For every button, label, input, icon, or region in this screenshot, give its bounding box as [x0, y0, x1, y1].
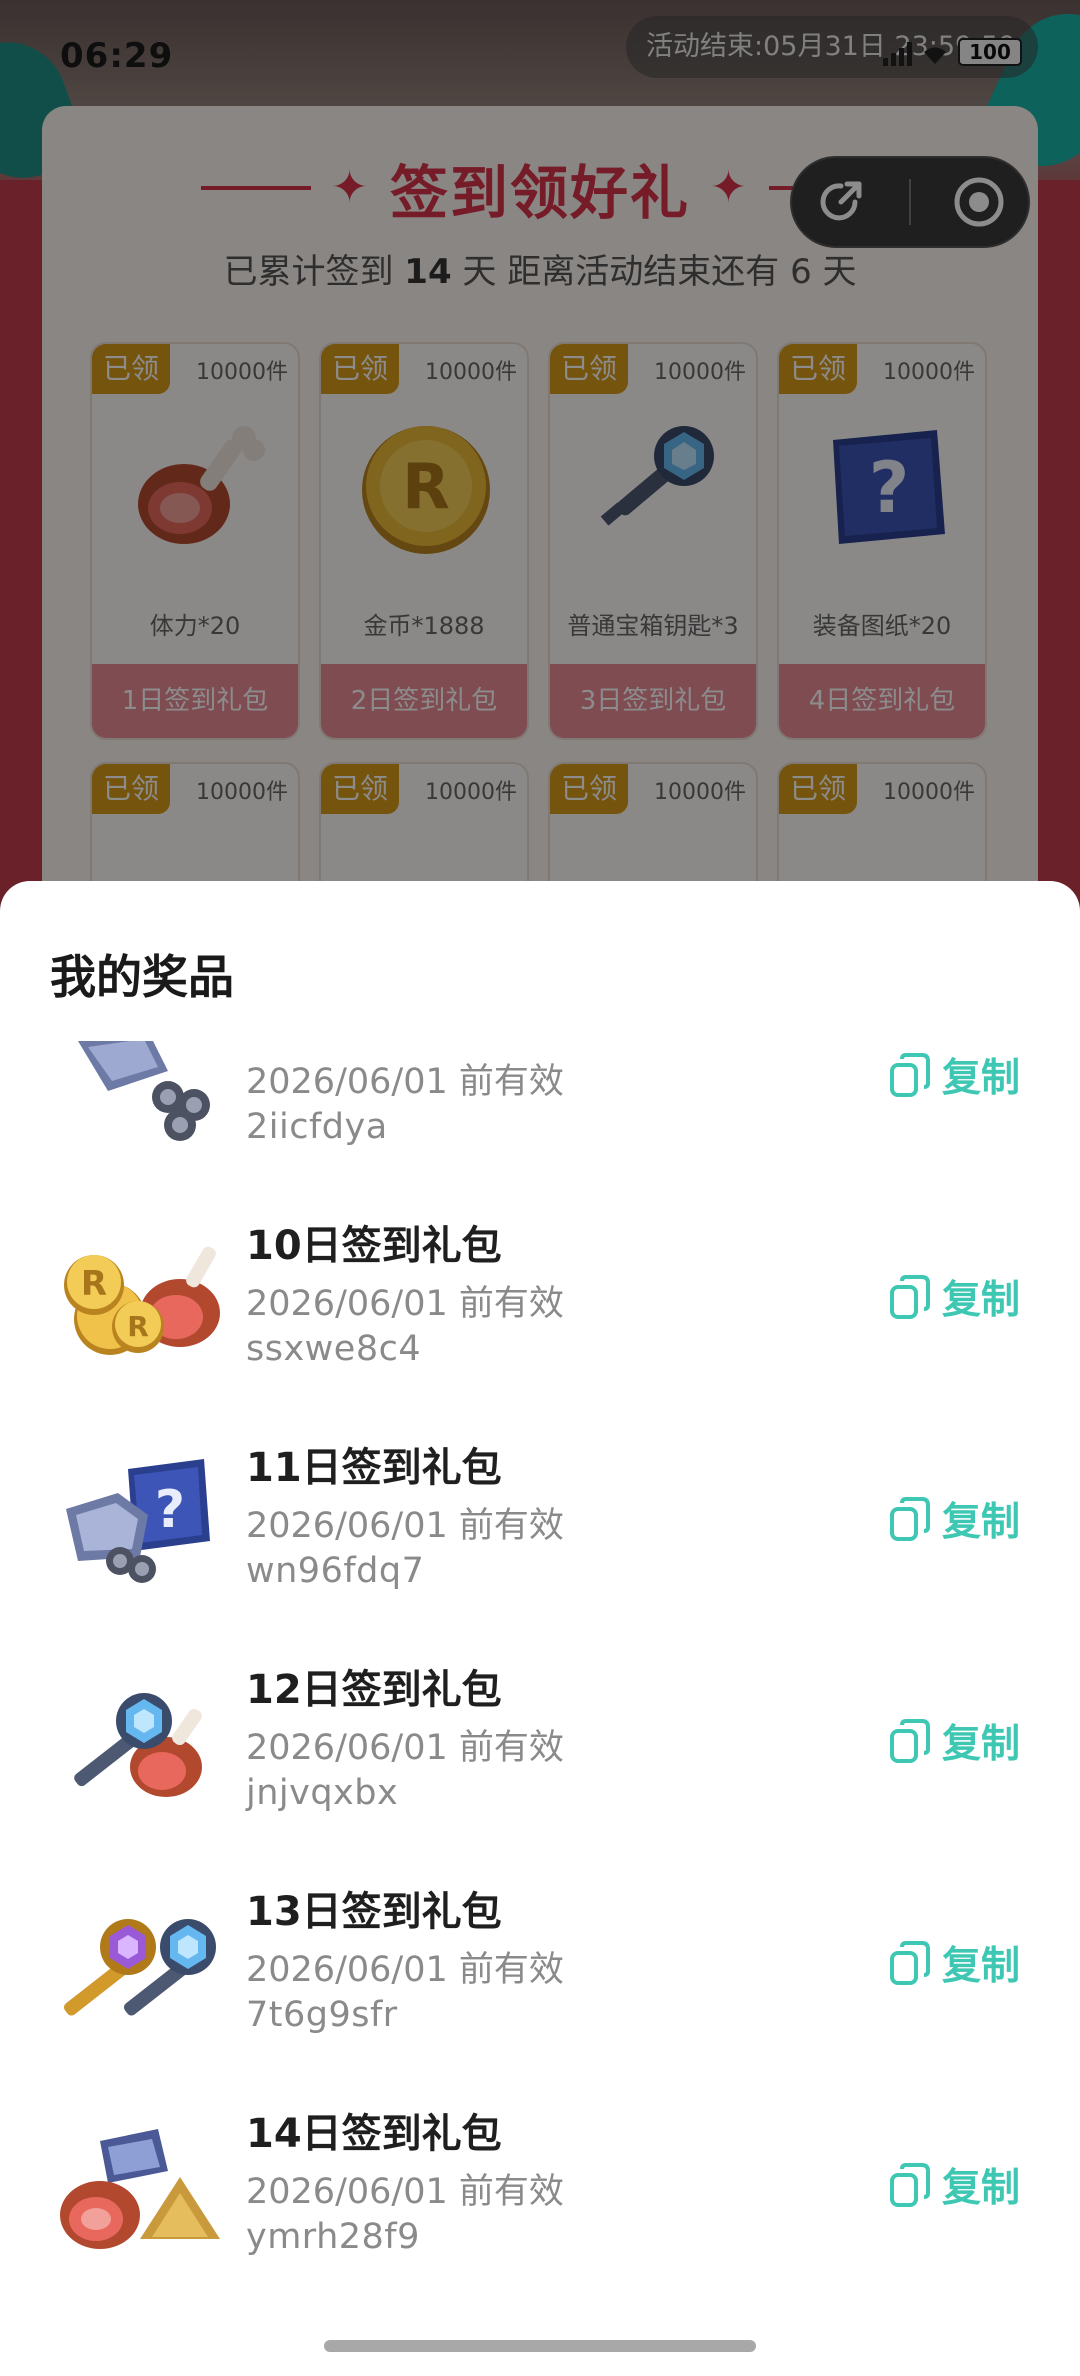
copy-label: 复制 — [942, 1056, 1021, 1101]
copy-icon — [890, 2163, 930, 2207]
copy-icon — [890, 1275, 930, 1319]
prize-code: ymrh28f9 — [246, 2217, 420, 2257]
copy-label: 复制 — [942, 1722, 1021, 1767]
sheet-title: 我的奖品 — [50, 950, 234, 1004]
my-prizes-sheet: 我的奖品 2026/06/01 前有效 2iicfdya 复制 R R 10日签… — [0, 881, 1080, 2376]
copy-button[interactable]: 复制 — [888, 1935, 1020, 1991]
prize-validity: 2026/06/01 前有效 — [246, 1506, 564, 1546]
meat-ore-sand-icon — [60, 2129, 220, 2249]
copy-button[interactable]: 复制 — [888, 1047, 1020, 1103]
prize-title: 12日签到礼包 — [246, 1667, 502, 1713]
copy-label: 复制 — [942, 1944, 1021, 1989]
copy-icon — [890, 1719, 930, 1763]
ore-blueprint-icon: ? — [66, 1459, 210, 1583]
prize-code: 2iicfdya — [246, 1107, 388, 1147]
prize-item: 12日签到礼包 2026/06/01 前有效 jnjvqxbx 复制 — [0, 1643, 1080, 1865]
svg-text:R: R — [81, 1264, 107, 1304]
prize-code: 7t6g9sfr — [246, 1995, 398, 2035]
copy-icon — [890, 1053, 930, 1097]
prize-item: R R 10日签到礼包 2026/06/01 前有效 ssxwe8c4 复制 — [0, 1199, 1080, 1421]
prize-item: 13日签到礼包 2026/06/01 前有效 7t6g9sfr 复制 — [0, 1865, 1080, 2087]
copy-button[interactable]: 复制 — [888, 1491, 1020, 1547]
prize-validity: 2026/06/01 前有效 — [246, 1728, 564, 1768]
two-keys-icon — [63, 1919, 216, 2016]
svg-text:R: R — [127, 1310, 149, 1343]
copy-button[interactable]: 复制 — [888, 2157, 1020, 2213]
prize-validity: 2026/06/01 前有效 — [246, 1950, 564, 1990]
prize-validity: 2026/06/01 前有效 — [246, 2172, 564, 2212]
copy-button[interactable]: 复制 — [888, 1269, 1020, 1325]
copy-icon — [890, 1497, 930, 1541]
copy-label: 复制 — [942, 1500, 1021, 1545]
prize-item: ? 11日签到礼包 2026/06/01 前有效 wn96fdq7 复制 — [0, 1421, 1080, 1643]
prize-list[interactable]: 2026/06/01 前有效 2iicfdya 复制 R R 10日签到礼包 2… — [0, 1041, 1080, 2281]
prize-title: 11日签到礼包 — [246, 1445, 502, 1491]
ore-bundle-icon — [78, 1041, 210, 1141]
key-meat-icon — [74, 1693, 202, 1797]
prize-validity: 2026/06/01 前有效 — [246, 1284, 564, 1324]
prize-title: 14日签到礼包 — [246, 2111, 502, 2157]
prize-title: 13日签到礼包 — [246, 1889, 502, 1935]
home-indicator[interactable] — [324, 2340, 756, 2352]
copy-button[interactable]: 复制 — [888, 1713, 1020, 1769]
svg-text:?: ? — [155, 1480, 185, 1540]
copy-label: 复制 — [942, 2166, 1021, 2211]
prize-title: 10日签到礼包 — [246, 1223, 502, 1269]
prize-validity: 2026/06/01 前有效 — [246, 1062, 564, 1102]
copy-icon — [890, 1941, 930, 1985]
prize-code: jnjvqxbx — [246, 1773, 399, 1813]
prize-item: 14日签到礼包 2026/06/01 前有效 ymrh28f9 复制 — [0, 2087, 1080, 2281]
coin-meat-icon: R R — [64, 1246, 220, 1355]
copy-label: 复制 — [942, 1278, 1021, 1323]
prize-item: 2026/06/01 前有效 2iicfdya 复制 — [0, 1041, 1080, 1199]
prize-code: wn96fdq7 — [246, 1551, 425, 1591]
prize-code: ssxwe8c4 — [246, 1329, 422, 1369]
